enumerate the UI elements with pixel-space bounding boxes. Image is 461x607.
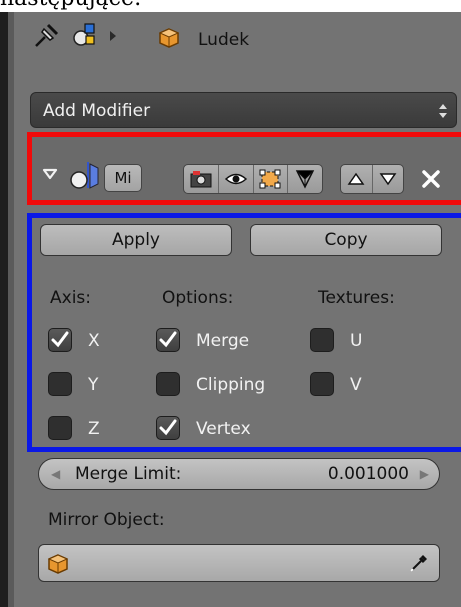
- options-heading: Options:: [162, 288, 234, 308]
- add-modifier-label: Add Modifier: [43, 101, 151, 121]
- clipping-label: Clipping: [196, 375, 266, 395]
- mirror-modifier-icon: [68, 158, 102, 192]
- decrement-arrow-icon[interactable]: ◀: [51, 459, 60, 489]
- pin-icon[interactable]: [32, 20, 62, 54]
- editmode-icon: [259, 169, 281, 189]
- modifier-visibility-toggles: [183, 164, 323, 194]
- mirror-object-label: Mirror Object:: [48, 510, 165, 530]
- apply-button[interactable]: Apply: [40, 224, 232, 256]
- vertex-triangle-icon: [295, 170, 315, 189]
- axis-y-label: Y: [88, 375, 99, 395]
- modifier-move-buttons: [340, 164, 404, 194]
- checkmark-icon: [51, 331, 69, 348]
- render-toggle[interactable]: [184, 165, 219, 193]
- axis-z-checkbox[interactable]: [48, 416, 72, 440]
- vertex-label: Vertex: [196, 419, 251, 439]
- axis-z-label: Z: [88, 419, 100, 439]
- axis-heading: Axis:: [50, 288, 91, 308]
- increment-arrow-icon[interactable]: ▶: [420, 459, 429, 489]
- textures-heading: Textures:: [318, 288, 395, 308]
- axis-y-checkbox[interactable]: [48, 372, 72, 396]
- merge-limit-label: Merge Limit:: [75, 464, 182, 484]
- add-modifier-dropdown[interactable]: Add Modifier: [30, 92, 457, 128]
- checkmark-icon: [159, 331, 177, 348]
- dropdown-arrows-icon: [439, 104, 447, 118]
- texture-v-label: V: [350, 375, 362, 395]
- merge-checkbox[interactable]: [156, 328, 180, 352]
- cage-toggle[interactable]: [288, 165, 322, 193]
- camera-icon: [190, 171, 212, 188]
- clipping-checkbox[interactable]: [156, 372, 180, 396]
- merge-label: Merge: [196, 331, 250, 351]
- panel-edge-inner: [8, 12, 14, 607]
- panel-edge: [0, 12, 8, 607]
- texture-u-checkbox[interactable]: [310, 328, 334, 352]
- triangle-up-icon: [347, 172, 365, 185]
- axis-x-label: X: [88, 331, 100, 351]
- breadcrumb-arrow-icon: [108, 28, 118, 47]
- modifier-name-field[interactable]: Mi: [104, 164, 142, 192]
- context-breadcrumb: [32, 20, 118, 54]
- merge-limit-field[interactable]: ◀ Merge Limit: 0.001000 ▶: [38, 458, 440, 490]
- object-name: Ludek: [198, 30, 250, 50]
- scene-icon: [72, 20, 98, 54]
- move-down-button[interactable]: [373, 165, 404, 193]
- object-cube-icon: [158, 27, 180, 49]
- copy-button[interactable]: Copy: [250, 224, 442, 256]
- remove-modifier-button[interactable]: [418, 164, 444, 194]
- collapse-triangle-icon[interactable]: [42, 168, 58, 180]
- eye-icon: [224, 173, 247, 185]
- axis-x-checkbox[interactable]: [48, 328, 72, 352]
- texture-u-label: U: [350, 331, 363, 351]
- object-cube-icon: [47, 554, 69, 574]
- eyedropper-icon[interactable]: [407, 551, 431, 575]
- checkmark-icon: [159, 419, 177, 436]
- move-up-button[interactable]: [341, 165, 373, 193]
- merge-limit-value: 0.001000: [327, 464, 409, 484]
- page-heading-text: następujące:: [0, 0, 461, 11]
- close-icon: [422, 170, 440, 188]
- editmode-toggle[interactable]: [254, 165, 289, 193]
- texture-v-checkbox[interactable]: [310, 372, 334, 396]
- viewport-toggle[interactable]: [219, 165, 254, 193]
- triangle-down-icon: [379, 173, 397, 186]
- mirror-object-field[interactable]: [38, 544, 440, 582]
- vertex-checkbox[interactable]: [156, 416, 180, 440]
